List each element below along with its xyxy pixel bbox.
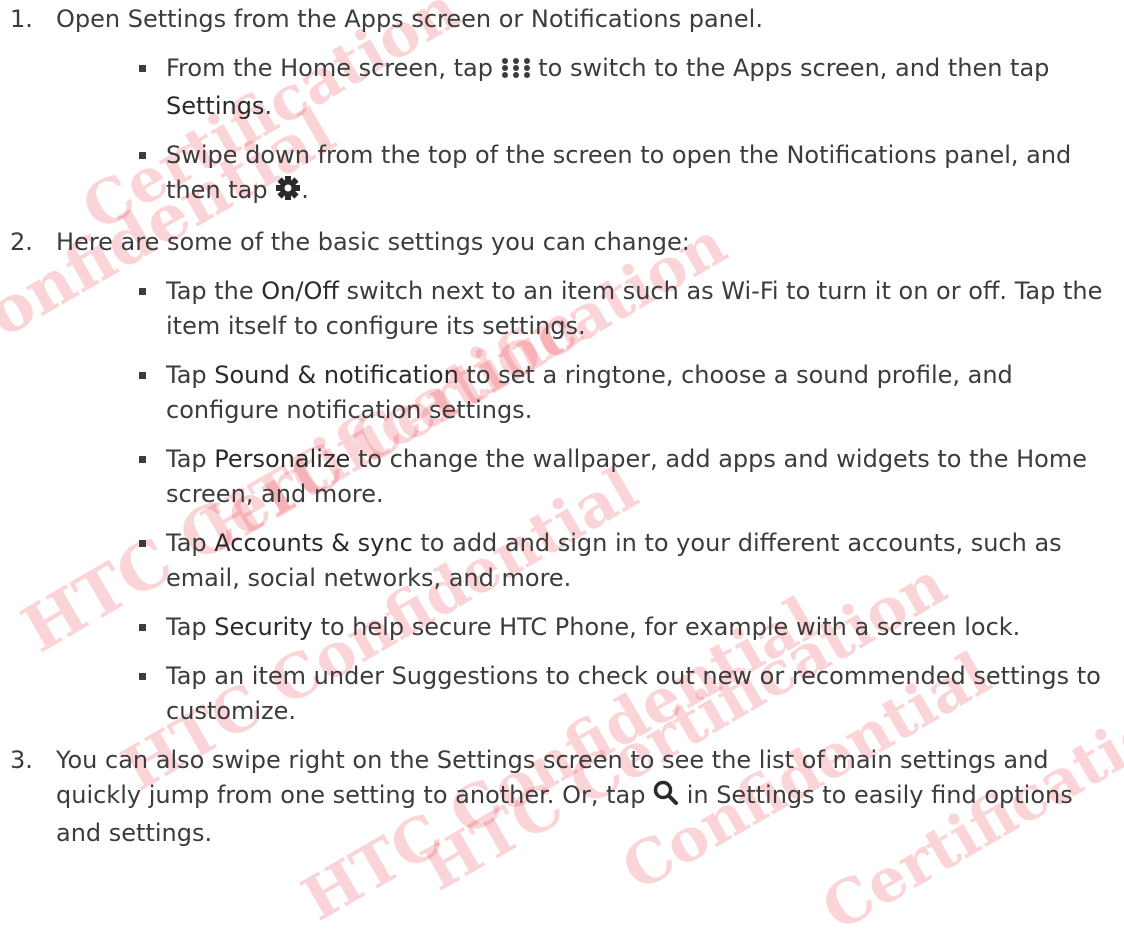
watermark: Certification [811, 673, 1124, 945]
watermark: Confidential [611, 638, 1002, 906]
bullet-text: Tap [166, 613, 215, 641]
list-item: Tap Sound & notification to set a ringto… [56, 358, 1110, 428]
bullet-text: Tap the [166, 277, 262, 305]
ui-term-sound-notification: Sound & notification [214, 361, 459, 389]
ui-term-personalize: Personalize [214, 445, 351, 473]
list-item: Swipe down from the top of the screen to… [56, 138, 1110, 211]
bullet-text: Tap [166, 361, 215, 389]
document-page: Confidential HTC Certification HTC Confi… [0, 0, 1124, 945]
bullet-text: From the Home screen, tap [166, 54, 501, 82]
step-number: 3. [10, 746, 33, 774]
step-text: Open Settings from the Apps screen or No… [56, 5, 763, 33]
watermark: HTC Confidential [291, 583, 830, 936]
bullet-text: to switch to the Apps screen, and then t… [530, 54, 1050, 82]
watermark: HTC Certification [411, 548, 959, 906]
search-icon [653, 780, 679, 816]
list-item: Tap an item under Suggestions to check o… [56, 659, 1110, 729]
step-1: 1. Open Settings from the Apps screen or… [10, 2, 1110, 211]
ui-term-security: Security [214, 613, 313, 641]
step-text: Here are some of the basic settings you … [56, 228, 690, 256]
step-3: 3. You can also swipe right on the Setti… [10, 743, 1110, 851]
ui-term-on-off: On/Off [261, 277, 339, 305]
step-number: 2. [10, 228, 33, 256]
list-item: Tap Personalize to change the wallpaper,… [56, 442, 1110, 512]
ui-term-settings: Settings [166, 92, 265, 120]
list-item: Tap Security to help secure HTC Phone, f… [56, 610, 1110, 645]
step-2: 2. Here are some of the basic settings y… [10, 225, 1110, 729]
ui-term-accounts-sync: Accounts & sync [214, 529, 413, 557]
step-number: 1. [10, 5, 33, 33]
bullet-text: Tap an item under Suggestions to check o… [166, 662, 1101, 725]
gear-icon [275, 175, 301, 211]
bullet-text: Tap [166, 529, 215, 557]
bullet-text: Tap [166, 445, 215, 473]
bullet-text: to help secure HTC Phone, for example wi… [312, 613, 1021, 641]
bullet-text: . [301, 176, 309, 204]
list-item: Tap Accounts & sync to add and sign in t… [56, 526, 1110, 596]
apps-grid-icon [501, 54, 531, 89]
list-item: From the Home screen, tap to switch to t… [56, 51, 1110, 124]
bullet-text: . [264, 92, 273, 120]
list-item: Tap the On/Off switch next to an item su… [56, 274, 1110, 344]
